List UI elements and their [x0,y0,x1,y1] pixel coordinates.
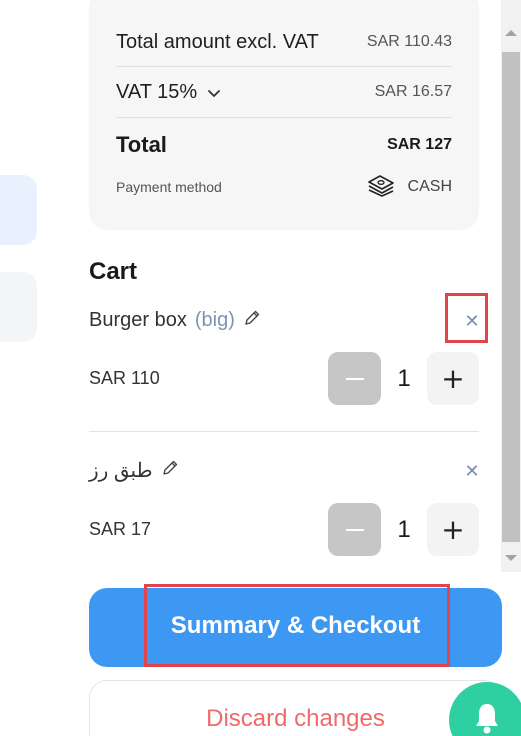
cart-item-name: Burger box [89,308,187,331]
cart-item-price: SAR 110 [89,368,160,388]
plus-icon: + [441,513,465,546]
quantity-value: 1 [397,515,411,543]
minus-icon [345,528,364,531]
scroll-up-arrow[interactable] [505,30,517,36]
plus-icon: + [441,362,465,395]
vat-label: VAT 15% [116,80,198,103]
cart-item-name-row: طبق رز [89,456,179,484]
pencil-icon[interactable] [161,459,179,481]
pencil-icon[interactable] [243,309,261,331]
decrease-quantity-button[interactable] [328,503,381,556]
payment-method-value[interactable]: CASH [366,173,452,201]
scroll-down-arrow[interactable] [505,555,517,561]
cart-item-name-row: Burger box (big) [89,306,261,334]
scrollbar-thumb[interactable] [502,52,520,542]
subtotal-row: Total amount excl. VAT SAR 110.43 [116,28,452,56]
payment-method-row: Payment method CASH [116,174,452,200]
minus-icon [345,377,364,380]
remove-item-icon[interactable]: ✕ [460,459,484,483]
increase-quantity-button[interactable]: + [427,503,479,556]
divider [89,431,479,432]
divider [116,117,452,118]
payment-method-label: Payment method [116,179,222,195]
cash-stack-icon [366,173,396,201]
chevron-down-icon[interactable] [207,83,221,102]
vat-value: SAR 16.57 [374,83,452,100]
order-summary-card: Total amount excl. VAT SAR 110.43 VAT 15… [89,0,479,230]
vat-row: VAT 15% SAR 16.57 [116,78,452,106]
subtotal-value: SAR 110.43 [366,33,452,50]
highlight-box [144,584,450,667]
decrease-quantity-button[interactable] [328,352,381,405]
total-value: SAR 127 [387,136,452,153]
vat-toggle[interactable]: VAT 15% [116,81,221,104]
cart-item-variant: (big) [194,308,235,331]
highlight-box [445,293,488,343]
discard-changes-button[interactable]: Discard changes [89,680,502,736]
discard-button-label: Discard changes [206,705,385,732]
cart-title: Cart [89,258,138,285]
payment-method-text: CASH [407,178,452,195]
side-nav-tab-active[interactable] [0,175,37,245]
total-label: Total [116,132,167,157]
side-nav-tab[interactable] [0,272,37,342]
quantity-stepper: 1 + [328,352,479,405]
quantity-stepper: 1 + [328,503,479,556]
increase-quantity-button[interactable]: + [427,352,479,405]
bell-icon [472,701,502,736]
subtotal-label: Total amount excl. VAT [116,30,319,53]
cart-item-name: طبق رز [89,459,153,482]
divider [116,66,452,67]
total-row: Total SAR 127 [116,130,452,160]
quantity-value: 1 [397,364,411,392]
cart-item-price: SAR 17 [89,519,152,539]
